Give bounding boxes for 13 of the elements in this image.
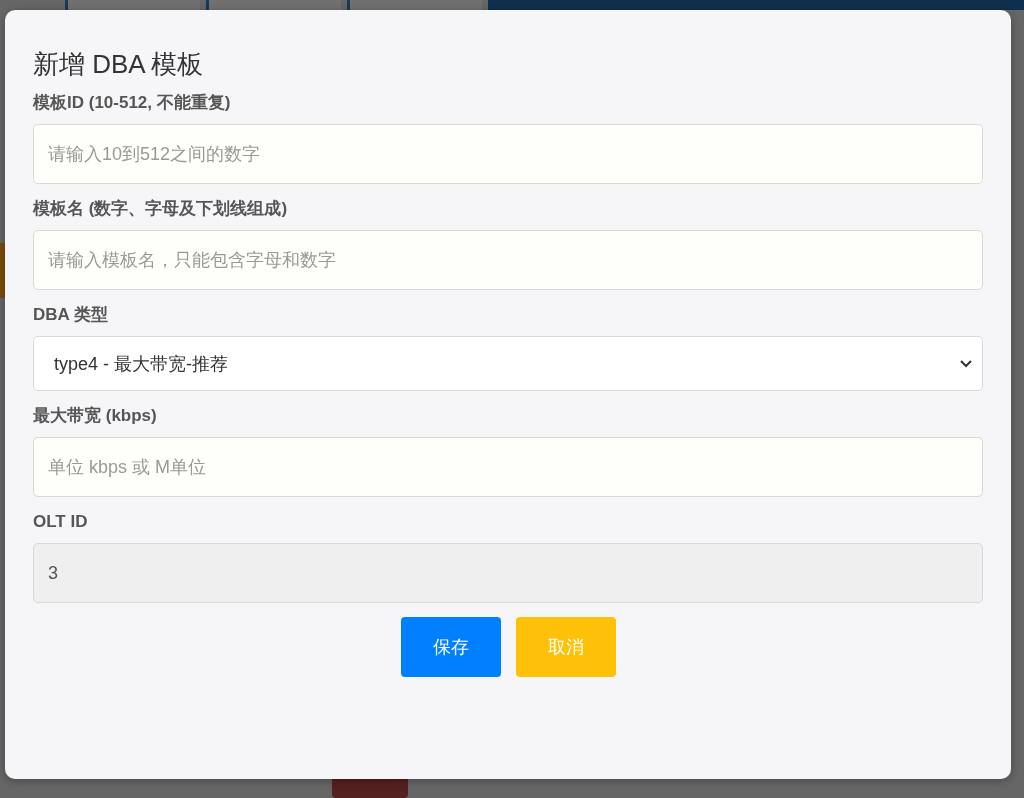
caret-icon bbox=[960, 359, 972, 368]
field-label: 模板ID (10-512, 不能重复) bbox=[33, 92, 232, 114]
field-label: 最大带宽 (kbps) bbox=[33, 405, 158, 427]
input-field[interactable]: 请输入10到512之间的数字 bbox=[33, 124, 983, 184]
dialog-title: 新增 DBA 模板 bbox=[33, 48, 205, 80]
input-field[interactable]: 请输入模板名，只能包含字母和数字 bbox=[33, 230, 983, 290]
field-label: DBA 类型 bbox=[33, 304, 109, 326]
field-label: OLT ID bbox=[33, 511, 89, 533]
save-button[interactable]: 保存 bbox=[400, 617, 501, 677]
select-value: type4 - 最大带宽-推荐 bbox=[54, 352, 229, 376]
field-label: 模板名 (数字、字母及下划线组成) bbox=[33, 198, 289, 220]
dba-type-select[interactable]: type4 - 最大带宽-推荐 bbox=[33, 336, 983, 391]
input-field[interactable]: 单位 kbps 或 M单位 bbox=[33, 437, 983, 497]
